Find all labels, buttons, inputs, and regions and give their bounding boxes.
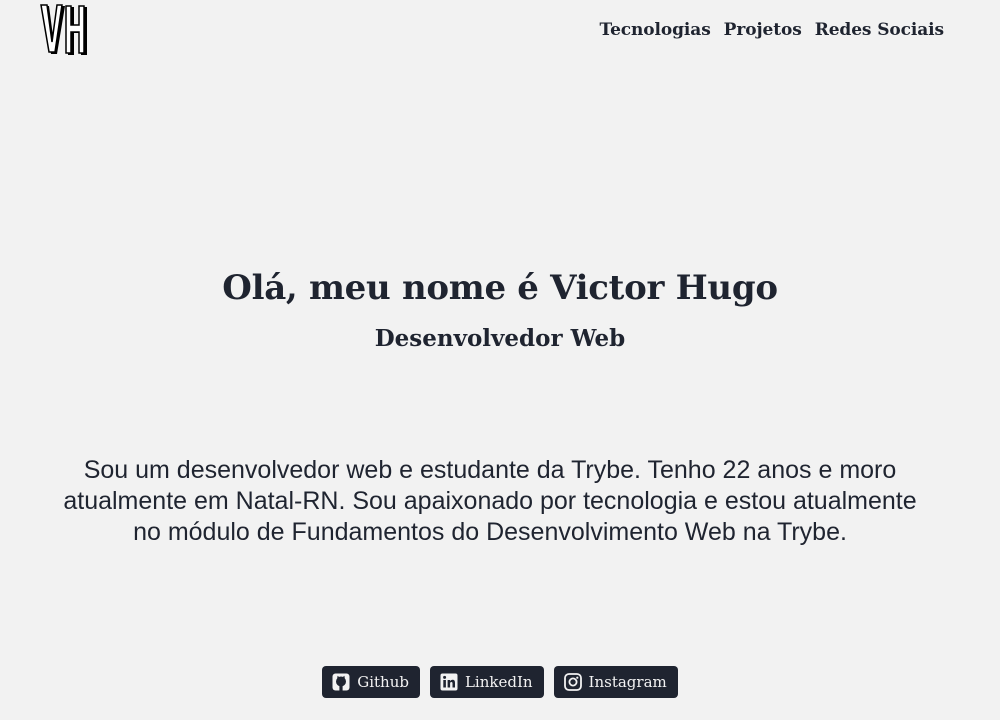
nav-link-redes-sociais[interactable]: Redes Sociais <box>815 20 944 40</box>
linkedin-button-label: LinkedIn <box>464 673 533 691</box>
github-icon <box>332 673 350 691</box>
github-button-label: Github <box>357 673 409 691</box>
main-nav: Tecnologias Projetos Redes Sociais <box>599 20 944 40</box>
instagram-button-label: Instagram <box>588 673 667 691</box>
about-text: Sou um desenvolvedor web e estudante da … <box>63 456 917 546</box>
nav-link-projetos[interactable]: Projetos <box>724 20 802 40</box>
instagram-button[interactable]: Instagram <box>553 666 678 698</box>
github-button[interactable]: Github <box>322 666 420 698</box>
nav-link-tecnologias[interactable]: Tecnologias <box>599 20 710 40</box>
hero-subtitle: Desenvolvedor Web <box>374 325 626 352</box>
linkedin-icon <box>440 673 458 691</box>
social-links: Github LinkedIn Instagram <box>0 666 1000 698</box>
linkedin-button[interactable]: LinkedIn <box>429 666 544 698</box>
vh-logo[interactable] <box>39 4 89 56</box>
instagram-icon <box>563 673 582 691</box>
hero-title: Olá, meu nome é Victor Hugo <box>222 268 778 308</box>
